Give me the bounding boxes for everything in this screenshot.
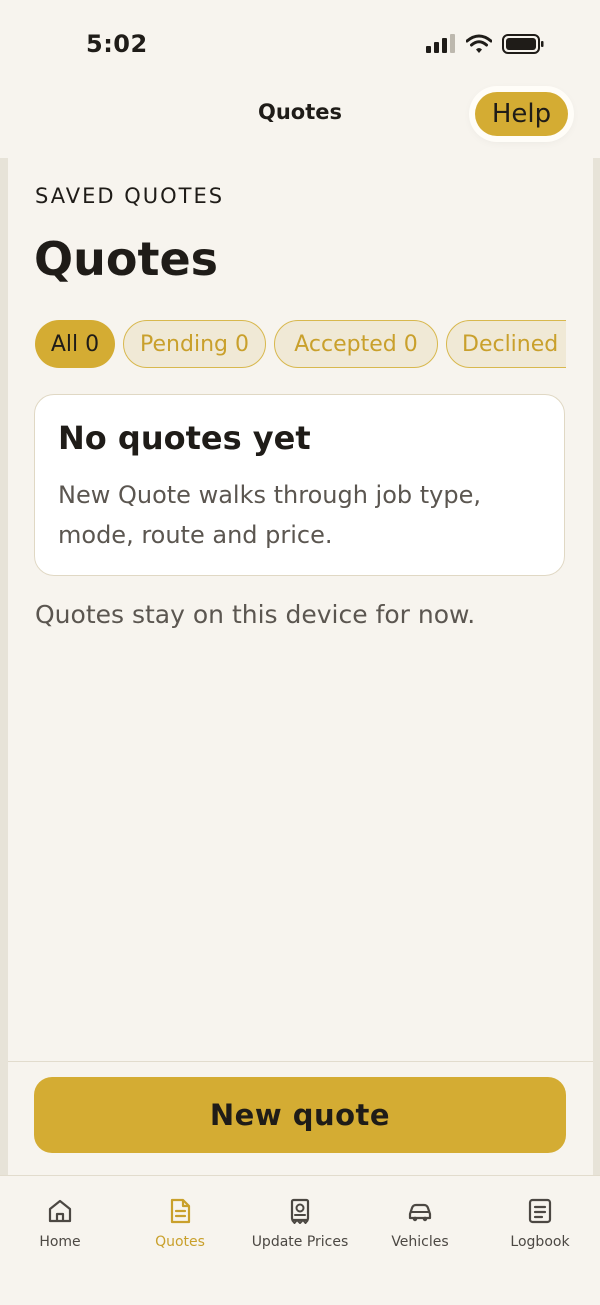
storage-note: Quotes stay on this device for now. (35, 600, 476, 629)
filter-chip-all[interactable]: All 0 (35, 320, 115, 368)
list-icon (528, 1198, 552, 1224)
receipt-icon (290, 1198, 310, 1224)
section-eyebrow: SAVED QUOTES (35, 184, 225, 208)
battery-icon (502, 34, 544, 54)
empty-state-card: No quotes yet New Quote walks through jo… (34, 394, 565, 576)
page-title: Quotes (34, 232, 219, 286)
filter-chips: All 0 Pending 0 Accepted 0 Declined (35, 318, 566, 372)
status-bar: 5:02 (0, 0, 600, 80)
filter-chip-declined[interactable]: Declined (446, 320, 566, 368)
status-time: 5:02 (86, 30, 148, 58)
tab-label: Logbook (510, 1234, 570, 1250)
tab-label: Vehicles (391, 1234, 449, 1250)
tab-label: Update Prices (251, 1234, 349, 1250)
home-icon (48, 1199, 72, 1223)
bottom-action-bar: New quote (8, 1061, 593, 1176)
empty-state-description: New Quote walks through job type, mode, … (58, 481, 481, 549)
tab-home[interactable]: Home (0, 1196, 120, 1256)
tab-logbook[interactable]: Logbook (480, 1196, 600, 1256)
status-icons (426, 34, 544, 54)
tab-vehicles[interactable]: Vehicles (360, 1196, 480, 1256)
filter-chip-pending[interactable]: Pending 0 (123, 320, 266, 368)
filter-chip-accepted[interactable]: Accepted 0 (274, 320, 438, 368)
signal-icon (426, 34, 455, 53)
help-button[interactable]: Help (475, 92, 568, 136)
new-quote-button[interactable]: New quote (34, 1077, 566, 1153)
content-sheet: SAVED QUOTES Quotes All 0 Pending 0 Acce… (8, 158, 593, 1061)
tab-update-prices[interactable]: Update Prices (240, 1196, 360, 1256)
empty-state-title: No quotes yet (58, 419, 311, 457)
nav-header: Quotes Help (0, 80, 600, 158)
wifi-icon (466, 34, 492, 53)
car-icon (408, 1203, 432, 1222)
tab-bar: Home Quotes Update Prices Vehicles Logbo… (0, 1175, 600, 1305)
document-icon (170, 1198, 191, 1224)
tab-label: Quotes (155, 1234, 205, 1250)
tab-label: Home (39, 1234, 81, 1250)
tab-quotes[interactable]: Quotes (120, 1196, 240, 1256)
